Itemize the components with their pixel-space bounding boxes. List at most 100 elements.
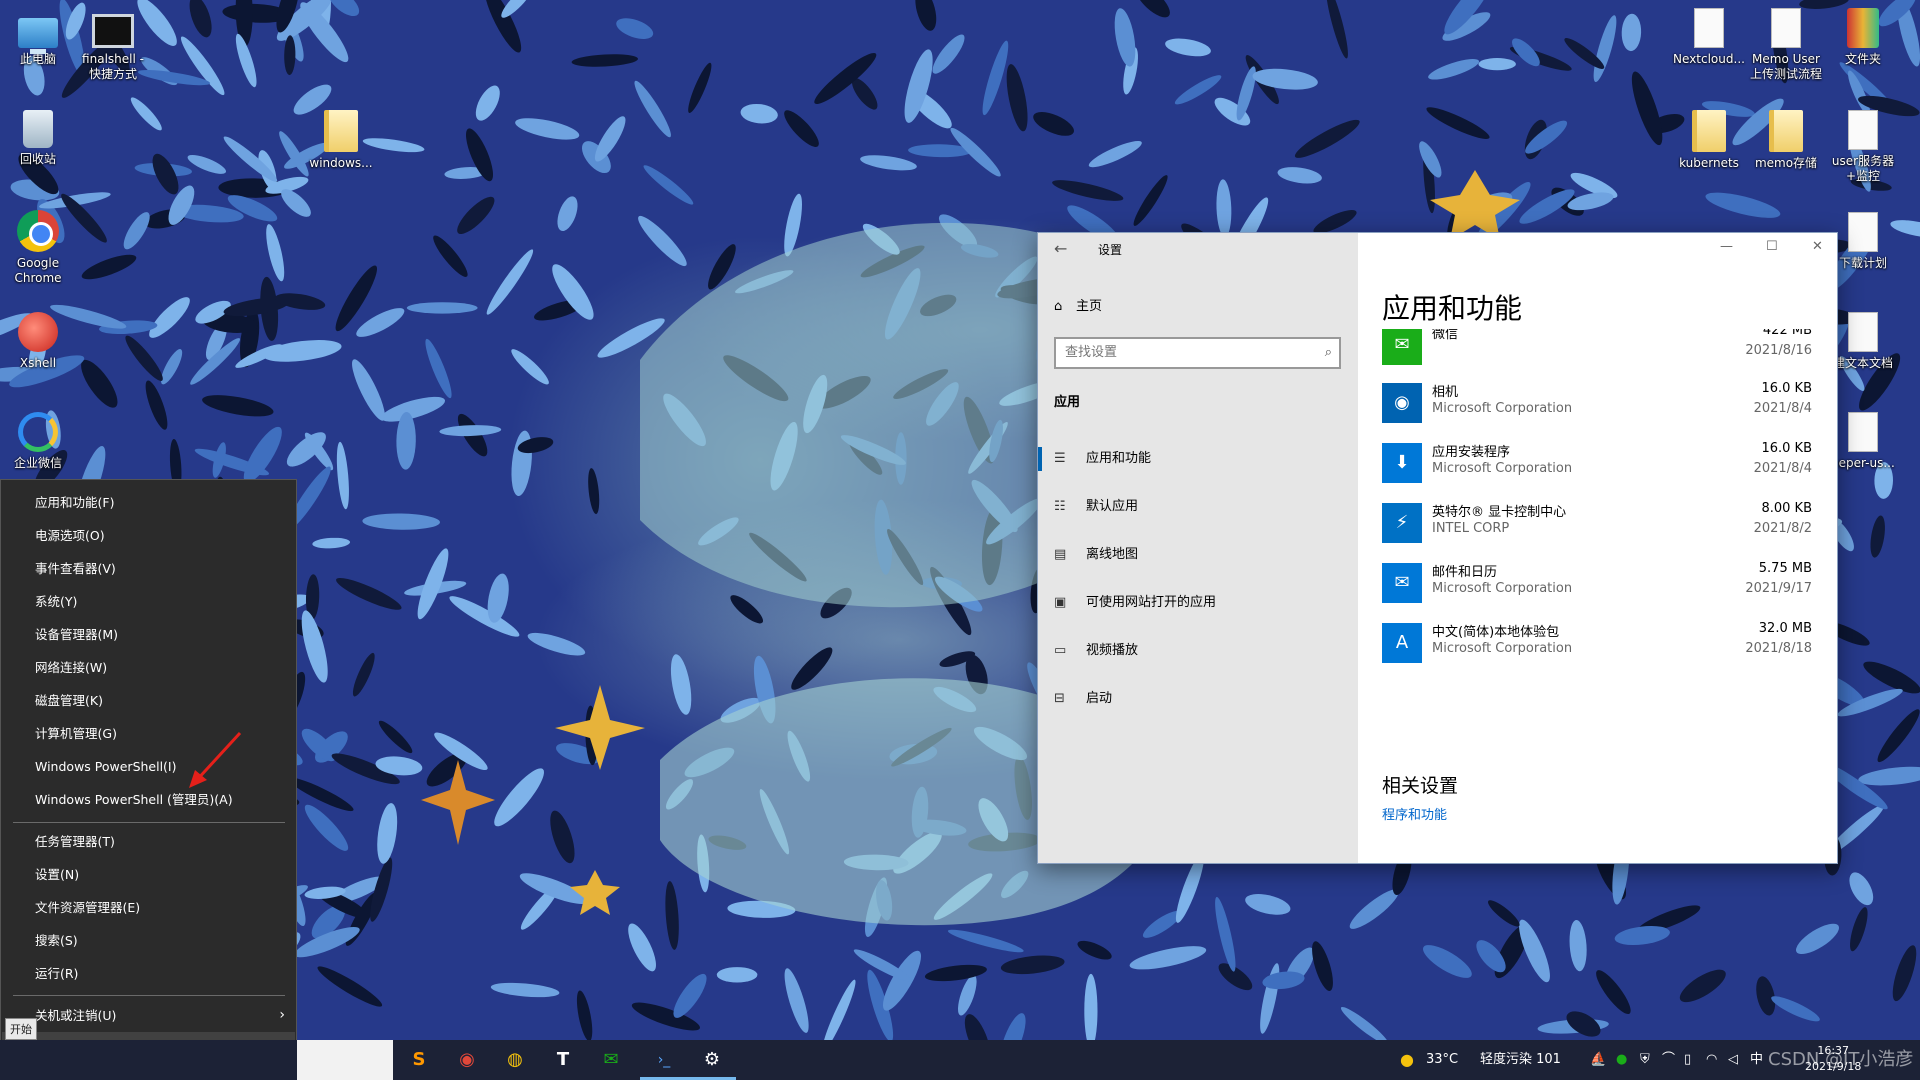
wallpaper-fish [571,54,638,67]
desktop-icon-nextcloud[interactable]: Nextcloud... [1666,8,1752,67]
app-list-clip: ✉ 微信 422 MB 2021/8/16 [1358,329,1837,379]
wechat-tray-icon[interactable]: ● [1616,1040,1627,1080]
wallpaper-fish [1487,900,1520,927]
wallpaper-fish [1796,923,1839,955]
app-list-item[interactable]: ◉ 相机 Microsoft Corporation 16.0 KB 2021/… [1382,377,1812,425]
desktop-icon-wecom[interactable]: 企业微信 [0,412,81,471]
wallpaper-fish [486,249,534,315]
wallpaper-fish [475,85,500,121]
security-tray-icon[interactable]: ⛨ [1640,1040,1650,1080]
related-settings-heading: 相关设置 [1382,775,1459,797]
desktop-icon-archive[interactable]: 文件夹 [1820,8,1906,67]
menu-item-run[interactable]: 运行(R) [2,957,295,990]
menu-item-computer-management[interactable]: 计算机管理(G) [2,717,295,750]
menu-item-powershell-admin[interactable]: Windows PowerShell (管理员)(A) [2,783,295,816]
nav-item-label: 离线地图 [1086,547,1139,562]
nav-item-apps-features[interactable]: ☰ 应用和功能 [1038,439,1358,479]
powershell-taskbar-icon[interactable]: ›_ [640,1040,688,1080]
network-tray-icon[interactable]: ⌒ [1662,1040,1675,1080]
wallpaper-fish [1294,119,1360,158]
wifi-icon[interactable]: ◠ [1706,1040,1717,1080]
programs-and-features-link[interactable]: 程序和功能 [1382,804,1447,823]
battery-tray-icon[interactable]: ▯ [1684,1040,1691,1080]
app-size: 8.00 KB [1761,501,1812,516]
app-list-item[interactable]: ⚡ 英特尔® 显卡控制中心 INTEL CORP 8.00 KB 2021/8/… [1382,497,1812,545]
desktop-icon-label: Memo User 上传测试流程 [1749,52,1822,81]
nav-item-label: 视频播放 [1086,643,1139,658]
wallpaper-fish [1428,59,1480,80]
wallpaper-fish [189,0,212,38]
red-annotation-arrow [189,731,242,788]
chrome-taskbar-icon[interactable]: ◍ [491,1040,539,1080]
menu-item-disk-management[interactable]: 磁盘管理(K) [2,684,295,717]
menu-item-search[interactable]: 搜索(S) [2,924,295,957]
menu-item-device-manager[interactable]: 设备管理器(M) [2,618,295,651]
nav-item-default-apps[interactable]: ☷ 默认应用 [1038,487,1358,527]
desktop-icon-recycle-bin[interactable]: 回收站 [0,110,81,167]
wechat-taskbar-icon[interactable]: ✉ [587,1040,635,1080]
wallpaper-fish [378,720,413,754]
wallpaper-fish [1569,919,1587,972]
menu-item-system[interactable]: 系统(Y) [2,585,295,618]
minimize-button[interactable]: — [1720,239,1733,254]
desktop-icon-kubernets[interactable]: kubernets [1666,110,1752,171]
offline-maps-icon: ▤ [1054,547,1067,562]
tray-overflow-icon[interactable]: ⛵ [1590,1040,1606,1080]
air-quality[interactable]: 轻度污染 101 [1480,1040,1561,1080]
page-title: 应用和功能 [1382,292,1523,325]
desktop-icon-chrome[interactable]: Google Chrome [0,210,81,286]
menu-item-powershell[interactable]: Windows PowerShell(I) [2,750,295,783]
desktop-icon-windows-folder[interactable]: windows... [298,110,384,171]
menu-item-settings[interactable]: 设置(N) [2,858,295,891]
system-tray: ● 33°C 轻度污染 101 ⛵ ● ⛨ ⌒ ▯ ◠ ◁ 中 CSDN @IT… [1400,1040,1920,1080]
menu-item-task-manager[interactable]: 任务管理器(T) [2,825,295,858]
wallpaper-fish [576,990,593,1040]
app-date: 2021/8/16 [1745,343,1812,358]
menu-item-network-connections[interactable]: 网络连接(W) [2,651,295,684]
taskbar-search-box[interactable] [297,1040,393,1080]
wallpaper-fish [439,425,502,437]
nav-section-apps: 应用 [1054,395,1081,410]
menu-item-shutdown-signout[interactable]: 关机或注销(U) › [2,999,295,1032]
wallpaper-fish [1870,515,1885,558]
desktop-icon-memo-user[interactable]: Memo User 上传测试流程 [1743,8,1829,82]
wallpaper-fish [81,254,137,280]
wallpaper-fish [1215,896,1236,972]
weather-temp[interactable]: 33°C [1426,1040,1458,1080]
app-list-item[interactable]: ✉ 微信 422 MB 2021/8/16 [1382,329,1812,367]
sublime-text-icon[interactable]: S [395,1040,443,1080]
menu-item-event-viewer[interactable]: 事件查看器(V) [2,552,295,585]
close-button[interactable]: ✕ [1812,239,1823,254]
chrome-icon [17,210,59,252]
menu-item-apps-features[interactable]: 应用和功能(F) [2,486,295,519]
typora-taskbar-icon[interactable]: T [539,1040,587,1080]
document-icon [1848,110,1878,150]
wallpaper-fish [915,0,937,31]
nav-item-video-playback[interactable]: ▭ 视频播放 [1038,631,1358,671]
desktop-icon-finalshell[interactable]: finalshell - 快捷方式 [70,8,156,82]
taskbar-clock[interactable]: 16:37 2021/9/18 [1805,1043,1861,1075]
menu-item-power-options[interactable]: 电源选项(O) [2,519,295,552]
app-list-item[interactable]: ✉ 邮件和日历 Microsoft Corporation 5.75 MB 20… [1382,557,1812,605]
app-list-item[interactable]: ⬇ 应用安装程序 Microsoft Corporation 16.0 KB 2… [1382,437,1812,485]
maximize-button[interactable]: ☐ [1766,239,1778,254]
nav-item-startup[interactable]: ⊟ 启动 [1038,679,1358,719]
desktop-icon-label: memo存储 [1754,156,1818,170]
desktop-icon-this-pc[interactable]: 此电脑 [0,10,81,67]
nav-home[interactable]: ⌂ 主页 [1054,295,1102,314]
desktop-icon-user-server[interactable]: user服务器+监控 [1820,110,1906,184]
ime-indicator[interactable]: 中 [1750,1040,1763,1080]
app-name: 相机 [1432,385,1459,400]
menu-item-file-explorer[interactable]: 文件资源管理器(E) [2,891,295,924]
desktop-icon-memo-storage[interactable]: memo存储 [1743,110,1829,171]
back-arrow-icon[interactable]: ← [1054,239,1067,258]
app-list-item[interactable]: A 中文(简体)本地体验包 Microsoft Corporation 32.0… [1382,617,1812,665]
settings-taskbar-icon[interactable]: ⚙ [688,1040,736,1080]
settings-search-input[interactable]: 查找设置 ⌕ [1054,337,1341,369]
desktop-icon-xshell[interactable]: Xshell [0,312,81,371]
nav-item-offline-maps[interactable]: ▤ 离线地图 [1038,535,1358,575]
volume-icon[interactable]: ◁ [1728,1040,1738,1080]
nav-item-apps-for-websites[interactable]: ▣ 可使用网站打开的应用 [1038,583,1358,623]
app-name: 英特尔® 显卡控制中心 [1432,505,1567,520]
xshell-taskbar-icon[interactable]: ◉ [443,1040,491,1080]
